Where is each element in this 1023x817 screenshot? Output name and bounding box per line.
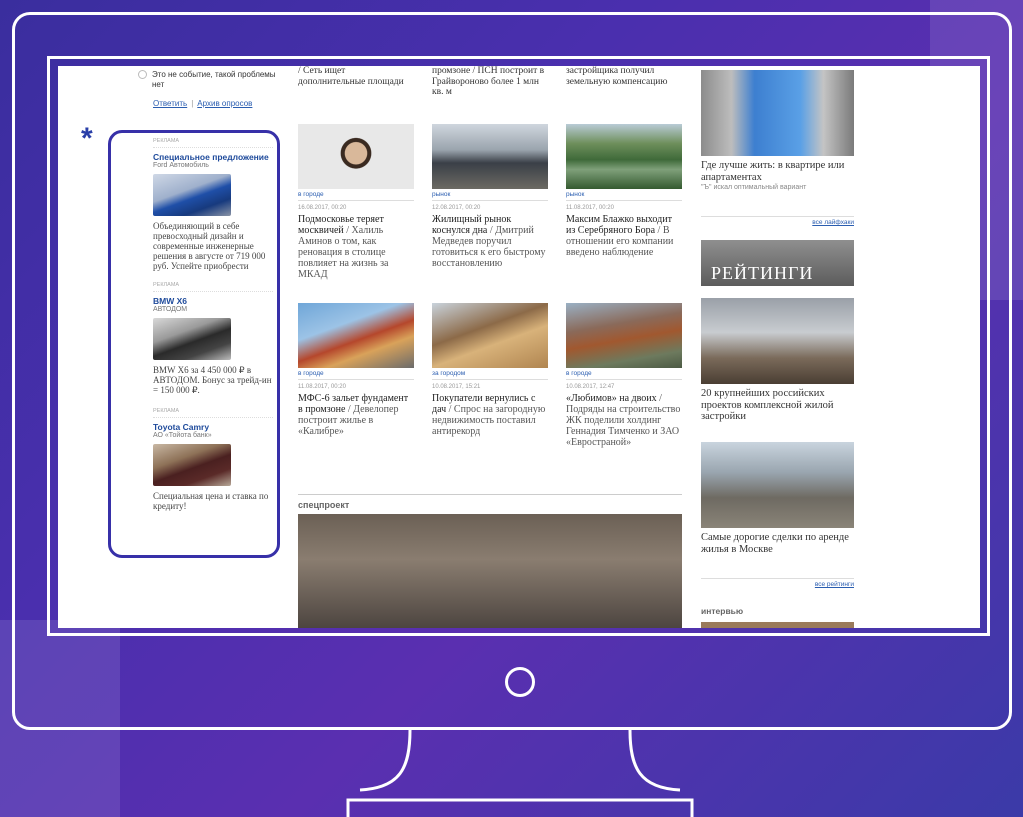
city-photo[interactable] bbox=[701, 442, 854, 528]
news-date: 11.08.2017, 00:20 bbox=[298, 384, 346, 390]
ad-text: Специальная цена и ставка по кредиту! bbox=[153, 491, 269, 511]
news-photo[interactable] bbox=[432, 124, 548, 189]
news-headline[interactable]: Максим Блажко выходит из Серебряного Бор… bbox=[566, 214, 682, 258]
ratings-banner-text: РЕЙТИНГИ bbox=[711, 263, 814, 283]
ad-text: Объединяющий в себе превосходный дизайн … bbox=[153, 221, 266, 271]
news-headline[interactable]: МФС-6 зальет фундамент в промзоне / Деве… bbox=[298, 393, 414, 437]
news-category[interactable]: рынок bbox=[432, 191, 548, 201]
ad-advertiser: АВТОДОМ bbox=[153, 306, 188, 313]
answer-link[interactable]: Ответить bbox=[153, 99, 187, 108]
news-photo[interactable] bbox=[566, 124, 682, 189]
special-project-photo[interactable] bbox=[298, 514, 682, 628]
poll-radio[interactable] bbox=[138, 70, 147, 79]
interview-label: интервью bbox=[701, 606, 744, 616]
ad-text: BMW X6 за 4 450 000 ₽ в АВТОДОМ. Бонус з… bbox=[153, 365, 272, 395]
asterisk-icon: * bbox=[81, 122, 93, 155]
ad-title[interactable]: BMW X6 bbox=[153, 296, 273, 306]
news-category[interactable]: в городе bbox=[298, 370, 414, 380]
news-headline[interactable]: Жилищный рынок коснулся дна / Дмитрий Ме… bbox=[432, 214, 548, 269]
ad-toyota[interactable]: РЕКЛАМА Toyota Camry АО «Тойота банк» Сп… bbox=[153, 408, 273, 511]
rating-title[interactable]: Самые дорогие сделки по аренде жилья в М… bbox=[701, 532, 854, 555]
news-photo[interactable] bbox=[566, 303, 682, 368]
car-image[interactable] bbox=[153, 444, 231, 486]
special-project-label: спецпроект bbox=[298, 500, 350, 510]
ratings-banner[interactable]: РЕЙТИНГИ bbox=[701, 240, 854, 286]
ad-advertiser: Ford Автомобиль bbox=[153, 162, 209, 169]
rating-item[interactable]: Самые дорогие сделки по аренде жилья в М… bbox=[701, 442, 854, 555]
news-headline[interactable]: «Любимов» на двоих / Подряды на строител… bbox=[566, 393, 682, 448]
news-fragment[interactable]: застройщика получил земельную компенсаци… bbox=[566, 66, 682, 87]
news-item[interactable]: рынок 12.08.2017, 00:20 Жилищный рынок к… bbox=[432, 124, 548, 269]
news-category[interactable]: за городом bbox=[432, 370, 548, 380]
news-date: 10.08.2017, 12:47 bbox=[566, 384, 615, 390]
news-category[interactable]: рынок bbox=[566, 191, 682, 201]
news-date: 11.08.2017, 00:20 bbox=[566, 205, 614, 211]
lifehack-title[interactable]: Где лучше жить: в квартире или апартамен… bbox=[701, 160, 854, 183]
ad-tag: РЕКЛАМА bbox=[153, 138, 273, 148]
lifehack-block[interactable]: Где лучше жить: в квартире или апартамен… bbox=[701, 70, 854, 191]
skyscraper-photo[interactable] bbox=[701, 70, 854, 156]
rating-item[interactable]: 20 крупнейших российских проектов компле… bbox=[701, 298, 854, 423]
car-image[interactable] bbox=[153, 318, 231, 360]
ad-tag: РЕКЛАМА bbox=[153, 282, 273, 292]
news-category[interactable]: в городе bbox=[566, 370, 682, 380]
cranes-photo[interactable] bbox=[701, 298, 854, 384]
monitor-stand bbox=[346, 729, 694, 817]
news-photo[interactable] bbox=[432, 303, 548, 368]
ad-tag: РЕКЛАМА bbox=[153, 408, 273, 418]
power-button-icon bbox=[505, 667, 535, 697]
ad-advertiser: АО «Тойота банк» bbox=[153, 432, 212, 439]
poll-option: Это не событие, такой проблемы нет bbox=[152, 70, 276, 89]
ad-title[interactable]: Toyota Camry bbox=[153, 422, 273, 432]
rating-title[interactable]: 20 крупнейших российских проектов компле… bbox=[701, 388, 854, 423]
news-fragment[interactable]: / Сеть ищет дополнительные площади bbox=[298, 66, 414, 87]
news-item[interactable]: рынок 11.08.2017, 00:20 Максим Блажко вы… bbox=[566, 124, 682, 258]
news-headline[interactable]: Подмосковье теряет москвичей / Халиль Ам… bbox=[298, 214, 414, 280]
news-item[interactable]: в городе 11.08.2017, 00:20 МФС-6 зальет … bbox=[298, 303, 414, 437]
news-headline[interactable]: Покупатели вернулись с дач / Спрос на за… bbox=[432, 393, 548, 437]
car-image[interactable] bbox=[153, 174, 231, 216]
news-date: 12.08.2017, 00:20 bbox=[432, 205, 481, 211]
lifehack-subtitle: "Ъ" искал оптимальный вариант bbox=[701, 184, 807, 191]
ad-bmw[interactable]: РЕКЛАМА BMW X6 АВТОДОМ BMW X6 за 4 450 0… bbox=[153, 282, 273, 395]
news-date: 16.08.2017, 00:20 bbox=[298, 205, 347, 211]
news-category[interactable]: в городе bbox=[298, 191, 414, 201]
news-item[interactable]: за городом 10.08.2017, 15:21 Покупатели … bbox=[432, 303, 548, 437]
interview-photo[interactable] bbox=[701, 622, 854, 628]
archive-link[interactable]: Архив опросов bbox=[197, 99, 252, 108]
news-date: 10.08.2017, 15:21 bbox=[432, 384, 481, 390]
news-fragment[interactable]: промзоне / ПСН построит в Грайвороново б… bbox=[432, 66, 548, 98]
news-photo[interactable] bbox=[298, 303, 414, 368]
web-page-screen: Это не событие, такой проблемы нет Ответ… bbox=[58, 66, 980, 628]
poll-links: Ответить | Архив опросов bbox=[153, 99, 253, 108]
all-ratings-link[interactable]: все рейтинги bbox=[701, 578, 854, 588]
news-item[interactable]: в городе 10.08.2017, 12:47 «Любимов» на … bbox=[566, 303, 682, 448]
all-lifehacks-link[interactable]: все лайфхаки bbox=[701, 216, 854, 226]
news-photo[interactable] bbox=[298, 124, 414, 189]
news-item[interactable]: в городе 16.08.2017, 00:20 Подмосковье т… bbox=[298, 124, 414, 280]
divider bbox=[298, 494, 682, 495]
ad-ford[interactable]: РЕКЛАМА Специальное предложение Ford Авт… bbox=[153, 138, 273, 271]
ad-title[interactable]: Специальное предложение bbox=[153, 152, 273, 162]
